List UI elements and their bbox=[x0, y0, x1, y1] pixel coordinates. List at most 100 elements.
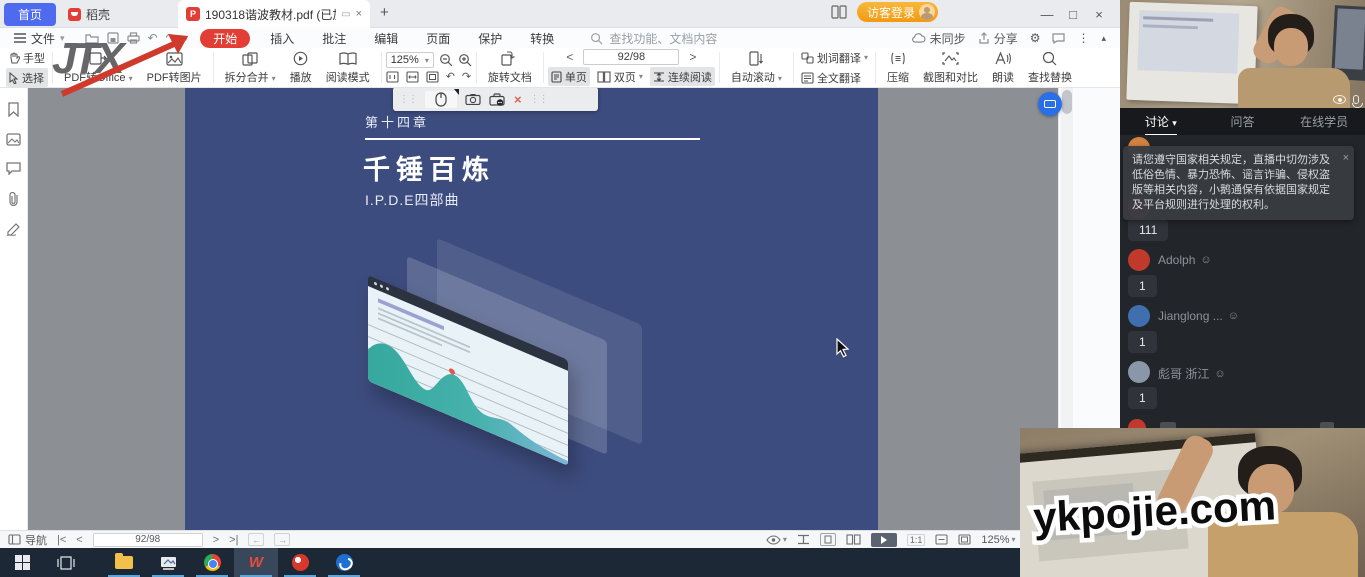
status-page-indicator[interactable]: 92/98 bbox=[93, 533, 203, 547]
file-menu[interactable]: 文件 ▾ bbox=[0, 28, 79, 48]
read-aloud-button[interactable]: 朗读 bbox=[985, 48, 1021, 87]
share-button[interactable]: 分享 bbox=[978, 30, 1018, 47]
scrollbar-thumb[interactable] bbox=[1062, 90, 1072, 114]
pdf-to-office-button[interactable]: PDF转Office ▾ bbox=[57, 48, 140, 87]
menu-tab-protect[interactable]: 保护 bbox=[464, 28, 516, 48]
start-button[interactable] bbox=[0, 548, 44, 577]
menu-tab-annotate[interactable]: 批注 bbox=[308, 28, 360, 48]
status-continuous-icon[interactable] bbox=[797, 534, 810, 545]
select-tool-button[interactable]: 选择 bbox=[6, 68, 48, 87]
task-view-button[interactable] bbox=[44, 548, 88, 577]
hand-tool-button[interactable]: 手型 bbox=[6, 48, 48, 67]
redo-icon[interactable]: ↷ bbox=[166, 31, 176, 45]
chat-avatar[interactable] bbox=[1128, 305, 1150, 327]
search-box[interactable]: 查找功能、文档内容 bbox=[590, 30, 717, 47]
prev-page-button[interactable]: < bbox=[76, 534, 82, 546]
taskbar-wps[interactable]: W bbox=[234, 548, 278, 577]
taskbar-file-explorer[interactable] bbox=[102, 548, 146, 577]
compress-button[interactable]: 压缩 bbox=[880, 48, 916, 87]
more-kebab-icon[interactable]: ⋮ bbox=[1077, 31, 1089, 45]
auto-scroll-button[interactable]: 自动滚动 ▾ bbox=[724, 48, 789, 87]
presenter-video-bottom[interactable]: ykpojie.com bbox=[1020, 428, 1365, 577]
sync-status[interactable]: 未同步 bbox=[912, 30, 966, 47]
wps-assistant-button[interactable] bbox=[1038, 92, 1062, 116]
presenter-video-top[interactable] bbox=[1120, 0, 1365, 108]
tab-close-icon[interactable]: × bbox=[356, 8, 362, 20]
split-screen-icon[interactable] bbox=[831, 5, 847, 19]
comment-icon[interactable] bbox=[1052, 33, 1065, 44]
open-icon[interactable] bbox=[85, 33, 99, 44]
toolbox-icon[interactable] bbox=[489, 93, 506, 106]
split-merge-button[interactable]: 拆分合并 ▾ bbox=[218, 48, 283, 87]
collapse-ribbon-icon[interactable]: ▴ bbox=[1101, 33, 1106, 44]
guest-login-button[interactable]: 访客登录 bbox=[857, 2, 938, 22]
mouse-mode-button[interactable] bbox=[425, 91, 457, 108]
zoom-in-icon[interactable] bbox=[458, 53, 472, 67]
image-panel-icon[interactable] bbox=[6, 133, 21, 146]
tab-comment-icon[interactable]: ▭ bbox=[341, 9, 350, 20]
tab-online-students[interactable]: 在线学员 bbox=[1283, 113, 1365, 130]
comment-panel-icon[interactable] bbox=[6, 162, 21, 175]
minimize-button[interactable]: — bbox=[1034, 2, 1060, 26]
screenshot-compare-button[interactable]: 截图和对比 bbox=[916, 48, 985, 87]
last-page-button[interactable]: >| bbox=[229, 534, 238, 546]
history-forward-button[interactable]: → bbox=[274, 533, 290, 546]
taskbar-chrome[interactable] bbox=[190, 548, 234, 577]
drag-handle-icon[interactable]: ⋮⋮ bbox=[530, 94, 548, 105]
menu-tab-convert[interactable]: 转换 bbox=[516, 28, 568, 48]
print-icon[interactable] bbox=[127, 32, 140, 44]
chat-avatar[interactable] bbox=[1128, 361, 1150, 383]
rotate-left-icon[interactable]: ↶ bbox=[446, 70, 455, 83]
zoom-out-icon[interactable] bbox=[439, 53, 453, 67]
mic-icon[interactable] bbox=[1353, 95, 1359, 104]
zoom-level-select[interactable]: 125% ▾ bbox=[386, 52, 434, 68]
document-area[interactable]: 第十四章 千锤百炼 I.P.D.E四部曲 bbox=[28, 88, 1058, 530]
status-actual-size-button[interactable]: 1:1 bbox=[907, 534, 926, 546]
tab-discussion[interactable]: 讨论 ▾ bbox=[1120, 113, 1202, 130]
taskbar-blue-app[interactable] bbox=[322, 548, 366, 577]
find-replace-button[interactable]: 查找替换 bbox=[1021, 48, 1079, 87]
status-fit-page-icon[interactable] bbox=[958, 534, 971, 545]
page-number-input[interactable]: 92/98 bbox=[583, 49, 679, 65]
fit-width-icon[interactable] bbox=[406, 71, 419, 83]
double-page-button[interactable]: 双页 ▾ bbox=[594, 67, 646, 86]
page-prev-icon[interactable]: < bbox=[566, 50, 573, 64]
status-fit-width-icon[interactable] bbox=[935, 534, 948, 545]
navigation-toggle[interactable]: 导航 bbox=[8, 532, 47, 548]
taskbar-snip-tool[interactable] bbox=[146, 548, 190, 577]
chat-avatar[interactable] bbox=[1128, 249, 1150, 271]
rotate-doc-button[interactable]: 旋转文档 bbox=[481, 48, 539, 87]
actual-size-icon[interactable] bbox=[386, 71, 399, 83]
tab-home[interactable]: 首页 bbox=[4, 3, 56, 26]
menu-tab-page[interactable]: 页面 bbox=[412, 28, 464, 48]
close-button[interactable]: × bbox=[1086, 2, 1112, 26]
tab-docer[interactable]: 稻壳 bbox=[58, 0, 120, 28]
camera-icon[interactable] bbox=[465, 93, 481, 105]
play-button[interactable]: 播放 bbox=[283, 48, 319, 87]
save-icon[interactable] bbox=[107, 32, 119, 44]
pdf-to-image-button[interactable]: PDF转图片 bbox=[140, 48, 209, 87]
status-single-page-icon[interactable] bbox=[820, 533, 836, 546]
first-page-button[interactable]: |< bbox=[57, 534, 66, 546]
signature-icon[interactable] bbox=[6, 222, 22, 236]
continuous-read-button[interactable]: 连续阅读 bbox=[650, 67, 715, 86]
undo-icon[interactable]: ↶ bbox=[148, 31, 158, 45]
read-mode-button[interactable]: 阅读模式 bbox=[319, 48, 377, 87]
maximize-button[interactable]: □ bbox=[1060, 2, 1086, 26]
menu-tab-insert[interactable]: 插入 bbox=[256, 28, 308, 48]
attachment-icon[interactable] bbox=[7, 191, 20, 206]
bookmark-icon[interactable] bbox=[7, 102, 20, 117]
status-double-page-icon[interactable] bbox=[846, 534, 861, 545]
tab-document[interactable]: P 190318谐波教材.pdf (已加密) ▭ × bbox=[178, 0, 370, 28]
new-tab-button[interactable]: + bbox=[380, 4, 389, 21]
quick-access-caret-icon[interactable]: ▾ bbox=[184, 33, 189, 44]
word-translate-button[interactable]: 划词翻译 ▾ bbox=[798, 48, 871, 67]
history-back-button[interactable]: ← bbox=[248, 533, 264, 546]
full-translate-button[interactable]: 全文翻译 bbox=[798, 68, 871, 87]
tab-qa[interactable]: 问答 bbox=[1202, 113, 1284, 130]
annotation-close-icon[interactable]: × bbox=[514, 92, 522, 107]
viewers-icon[interactable] bbox=[1333, 95, 1346, 104]
single-page-button[interactable]: 单页 bbox=[548, 67, 590, 86]
rotate-right-icon[interactable]: ↷ bbox=[462, 70, 471, 83]
menu-tab-edit[interactable]: 编辑 bbox=[360, 28, 412, 48]
